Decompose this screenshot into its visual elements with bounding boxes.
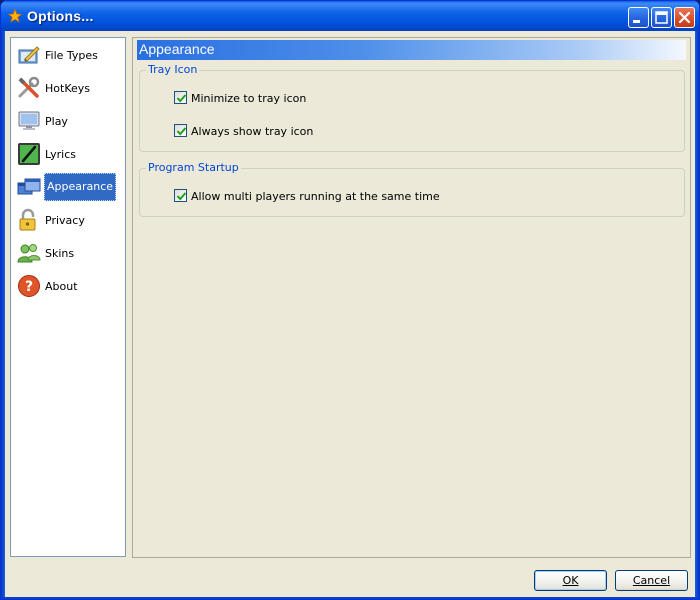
sidebar-item-label: Appearance — [44, 173, 117, 201]
file-types-icon — [17, 43, 41, 67]
cancel-button-label: Cancel — [632, 574, 671, 587]
options-sidebar: File Types HotKeys Play Lyrics Appearanc… — [10, 37, 126, 557]
sidebar-item-lyrics[interactable]: Lyrics — [15, 139, 125, 169]
panel-title: Appearance — [139, 41, 215, 57]
checkmark-icon — [176, 94, 187, 103]
window-frame-right — [695, 31, 699, 599]
group-legend: Tray Icon — [146, 63, 200, 76]
sidebar-item-label: Play — [45, 115, 68, 128]
checkmark-icon — [176, 127, 187, 136]
help-icon: ? — [17, 274, 41, 298]
group-program-startup: Program Startup Allow multi players runn… — [139, 161, 685, 217]
checkmark-icon — [176, 192, 187, 201]
sidebar-item-label: Privacy — [45, 214, 85, 227]
settings-panel: Appearance Tray Icon Minimize to tray ic… — [132, 37, 691, 558]
always-show-tray-checkbox[interactable] — [174, 124, 187, 137]
options-window: Options... File Types HotKeys Play Lyric… — [0, 0, 700, 600]
star-app-icon — [7, 8, 23, 23]
sidebar-item-label: Lyrics — [45, 148, 76, 161]
close-icon — [678, 11, 691, 24]
close-button[interactable] — [674, 7, 695, 28]
cancel-button[interactable]: Cancel — [615, 570, 688, 591]
sidebar-item-skins[interactable]: Skins — [15, 238, 125, 268]
allow-multi-players-checkbox[interactable] — [174, 189, 187, 202]
minimize-button[interactable] — [628, 7, 649, 28]
ok-button-label: OK — [562, 574, 579, 587]
window-title: Options... — [27, 8, 94, 24]
checkbox-label: Allow multi players running at the same … — [191, 190, 440, 203]
windows-icon — [17, 175, 41, 199]
svg-text:?: ? — [25, 279, 33, 295]
minimize-icon — [633, 20, 640, 23]
checkbox-label: Minimize to tray icon — [191, 92, 307, 105]
dialog-client-area: File Types HotKeys Play Lyrics Appearanc… — [5, 31, 695, 597]
sidebar-item-file-types[interactable]: File Types — [15, 40, 125, 70]
group-legend: Program Startup — [146, 161, 241, 174]
group-tray-icon: Tray Icon Minimize to tray icon Always s… — [139, 63, 685, 152]
sidebar-item-privacy[interactable]: Privacy — [15, 205, 125, 235]
ok-button[interactable]: OK — [534, 570, 607, 591]
users-icon — [17, 241, 41, 265]
sidebar-item-about[interactable]: ? About — [15, 271, 125, 301]
sidebar-item-label: HotKeys — [45, 82, 90, 95]
sidebar-item-appearance[interactable]: Appearance — [15, 172, 125, 202]
sidebar-item-label: Skins — [45, 247, 75, 260]
sidebar-item-label: File Types — [45, 49, 98, 62]
sidebar-item-label: About — [45, 280, 78, 293]
hotkeys-tools-icon — [17, 76, 41, 100]
sidebar-item-hotkeys[interactable]: HotKeys — [15, 73, 125, 103]
lyrics-pen-icon — [17, 142, 41, 166]
maximize-icon — [655, 11, 668, 24]
maximize-button[interactable] — [651, 7, 672, 28]
title-bar[interactable]: Options... — [1, 1, 699, 31]
checkbox-label: Always show tray icon — [191, 125, 314, 138]
monitor-icon — [17, 109, 41, 133]
panel-header: Appearance — [137, 40, 686, 60]
lock-icon — [17, 208, 41, 232]
minimize-to-tray-checkbox[interactable] — [174, 91, 187, 104]
sidebar-item-play[interactable]: Play — [15, 106, 125, 136]
